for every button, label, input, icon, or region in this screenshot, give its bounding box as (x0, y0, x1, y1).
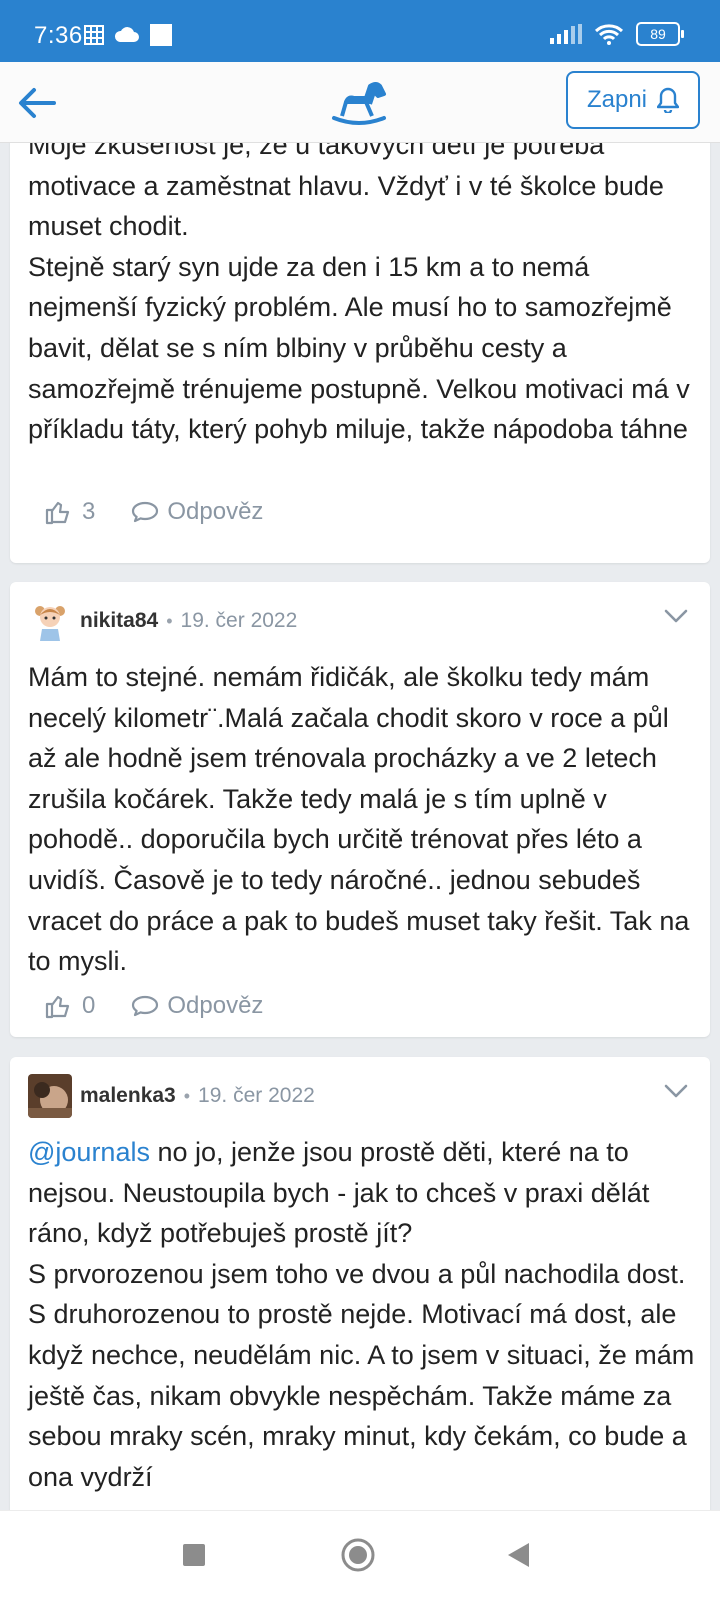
battery-icon: 89 (636, 22, 684, 46)
username[interactable]: malenka3 (80, 1084, 176, 1108)
comment-meta: malenka3 • 19. čer 2022 (28, 1071, 315, 1121)
back-arrow-icon[interactable] (14, 80, 60, 126)
photo-avatar-icon (28, 1074, 72, 1118)
like-count: 3 (82, 498, 96, 525)
notify-label: Zapni (586, 86, 648, 113)
rocking-horse-logo[interactable] (330, 76, 388, 128)
comment-date: 19. čer 2022 (198, 1084, 315, 1107)
comment-text: Mám to stejné. nemám řidičák, ale školku… (28, 662, 697, 977)
separator-dot: • (183, 1085, 191, 1106)
comment-card: Moje zkušenost je, že u takových dětí je… (10, 143, 710, 563)
bell-icon (657, 87, 680, 113)
speech-bubble-icon (132, 501, 159, 523)
status-time: 7:36 (34, 22, 83, 49)
comment-text: @journals no jo, jenže jsou prostě děti,… (28, 1132, 698, 1497)
like-count: 0 (82, 992, 96, 1019)
comment-text: Moje zkušenost je, že u takových dětí je… (28, 143, 690, 445)
back-triangle-icon[interactable] (505, 1541, 531, 1569)
status-right-icons: 89 (550, 22, 684, 46)
thumbs-up-icon (45, 501, 70, 525)
notify-button[interactable]: Zapni (566, 71, 700, 129)
thumbs-up-icon (45, 995, 70, 1019)
chevron-down-icon[interactable] (662, 602, 690, 630)
comment-actions: 0 Odpověz (44, 992, 263, 1020)
avatar[interactable] (28, 1074, 72, 1118)
comment-card: malenka3 • 19. čer 2022 @journals no jo,… (10, 1057, 710, 1510)
separator-dot: • (166, 610, 173, 631)
comment-card: nikita84 • 19. čer 2022 Mám to stejné. n… (10, 582, 710, 1037)
home-button[interactable] (340, 1537, 376, 1573)
avatar[interactable] (28, 599, 72, 643)
like-button[interactable]: 0 (44, 992, 95, 1020)
girl-avatar-icon (28, 599, 72, 643)
comment-date: 19. čer 2022 (180, 609, 298, 632)
square-icon (150, 24, 172, 46)
reply-label: Odpověz (167, 498, 264, 525)
user-mention-link[interactable]: @journals (28, 1137, 150, 1167)
reply-label: Odpověz (167, 992, 264, 1019)
grid-icon (84, 25, 104, 45)
speech-bubble-icon (132, 995, 159, 1017)
app-header: Zapni (0, 62, 720, 143)
reply-button[interactable]: Odpověz (131, 992, 263, 1020)
comment-actions: 3 Odpověz (44, 498, 263, 526)
battery-level: 89 (650, 26, 666, 42)
chevron-down-icon[interactable] (662, 1077, 690, 1105)
comment-body: no jo, jenže jsou prostě děti, které na … (28, 1137, 695, 1492)
system-nav-bar (0, 1510, 720, 1601)
wifi-icon (594, 24, 624, 45)
status-bar: 7:36 89 (0, 0, 720, 62)
reply-button[interactable]: Odpověz (131, 498, 263, 526)
recents-button[interactable] (183, 1544, 205, 1566)
status-left-icons (84, 24, 172, 46)
cloud-icon (114, 27, 139, 42)
comment-meta: nikita84 • 19. čer 2022 (28, 596, 297, 646)
signal-icon (550, 24, 582, 44)
username[interactable]: nikita84 (80, 609, 158, 633)
comment-feed[interactable]: Moje zkušenost je, že u takových dětí je… (0, 143, 720, 1510)
like-button[interactable]: 3 (44, 498, 95, 526)
